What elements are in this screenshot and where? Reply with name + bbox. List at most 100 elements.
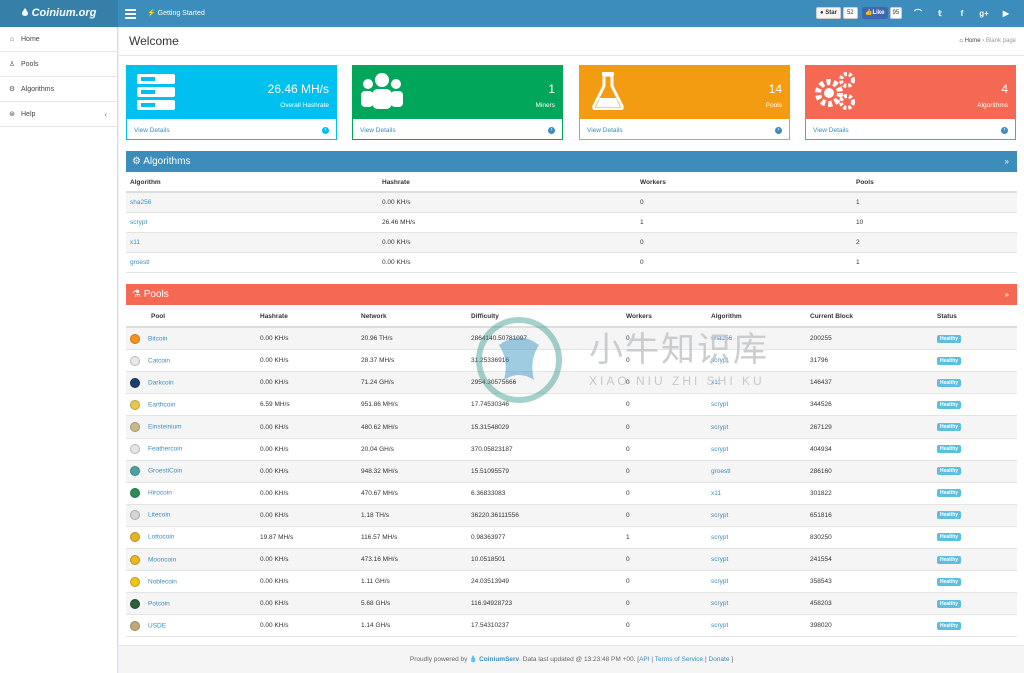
- algorithm-link[interactable]: scrypt: [707, 622, 806, 629]
- table-cell: 0.00 KH/s: [260, 335, 289, 343]
- facebook-icon[interactable]: f: [956, 0, 968, 27]
- collapse-icon[interactable]: »: [1005, 284, 1009, 305]
- brand-logo[interactable]: Coinium.org: [0, 0, 118, 27]
- pool-link[interactable]: Einsteinium: [148, 424, 182, 431]
- status-badge: Healthy: [937, 533, 962, 542]
- table-row: Feathercoin 0.00 KH/s 20.04 GH/s 370.058231…: [126, 439, 1017, 461]
- coiniumserv-link[interactable]: CoiniumServ: [479, 656, 519, 663]
- pool-link[interactable]: USDE: [148, 623, 166, 630]
- table-cell: 0: [640, 239, 644, 246]
- algorithm-link[interactable]: groestl: [126, 259, 378, 266]
- algorithm-link[interactable]: x11: [126, 239, 378, 246]
- sidebar-item-label: Help: [21, 110, 36, 118]
- algorithm-link[interactable]: x11: [707, 490, 806, 497]
- pool-link[interactable]: Catcoin: [148, 357, 170, 364]
- status-cell: Healthy: [933, 533, 1017, 542]
- google-plus-icon[interactable]: g+: [978, 0, 990, 27]
- table-cell: 0: [626, 445, 630, 453]
- table-row: groestl 0.00 KH/s 0 1: [126, 253, 1017, 273]
- terms-link[interactable]: Terms of Service: [655, 656, 703, 663]
- sidebar-item-pools[interactable]: ♙ Pools: [0, 52, 117, 77]
- table-cell: 0.00 KH/s: [382, 259, 411, 266]
- algorithm-link[interactable]: scrypt: [126, 219, 378, 226]
- user-icon: ♙: [8, 61, 16, 68]
- algorithm-link[interactable]: scrypt: [707, 512, 806, 519]
- pool-cell: Hirocoin: [126, 488, 256, 499]
- watermark-logo: [476, 317, 562, 403]
- youtube-icon[interactable]: ▶: [1000, 0, 1012, 27]
- algorithm-link[interactable]: scrypt: [707, 556, 806, 563]
- table-cell: 6.59 MH/s: [260, 401, 290, 409]
- sidebar-item-help[interactable]: ⊛ Help ‹: [0, 102, 117, 127]
- getting-started-link[interactable]: ⚡ Getting Started: [147, 0, 205, 27]
- hashrate-card: 26.46 MH/s Overall Hashrate View Details…: [126, 65, 337, 140]
- breadcrumb-home-link[interactable]: Home: [965, 38, 981, 44]
- table-cell: 0.00 KH/s: [260, 423, 289, 431]
- algorithm-link[interactable]: scrypt: [707, 446, 806, 453]
- algorithm-link[interactable]: groestl: [707, 468, 806, 475]
- pool-link[interactable]: GroestlCoin: [148, 468, 182, 475]
- table-cell: 0: [626, 556, 630, 564]
- table-cell: 0.00 KH/s: [260, 511, 289, 519]
- github-star-button[interactable]: ● Star 52: [816, 7, 858, 19]
- table-cell: 0.00 KH/s: [260, 622, 289, 630]
- pool-link[interactable]: Darkcoin: [148, 380, 174, 387]
- donate-link[interactable]: Donate: [709, 656, 730, 663]
- pool-link[interactable]: Litecoin: [148, 512, 170, 519]
- sidebar-item-algorithms[interactable]: ⚙ Algorithms: [0, 77, 117, 102]
- table-cell: 0.00 KH/s: [260, 467, 289, 475]
- pool-link[interactable]: Lottocoin: [148, 534, 174, 541]
- table-cell: 404934: [810, 445, 832, 453]
- pool-link[interactable]: Hirocoin: [148, 490, 172, 497]
- table-cell: 19.87 MH/s: [260, 533, 294, 541]
- table-cell: 1: [856, 259, 860, 266]
- table-cell: 0: [640, 199, 644, 206]
- pool-link[interactable]: Feathercoin: [148, 446, 182, 453]
- table-row: sha256 0.00 KH/s 0 1: [126, 193, 1017, 213]
- collapse-icon[interactable]: »: [1005, 151, 1009, 172]
- pool-cell: USDE: [126, 620, 256, 631]
- coin-icon: [130, 444, 140, 455]
- rss-icon[interactable]: ⌒: [912, 0, 924, 27]
- column-header: Hashrate: [260, 312, 288, 320]
- api-link[interactable]: API: [639, 656, 649, 663]
- pool-cell: Potcoin: [126, 598, 256, 609]
- status-cell: Healthy: [933, 511, 1017, 520]
- miners-card: 1 Miners View Details ›: [352, 65, 563, 140]
- pool-link[interactable]: Bitcoin: [148, 335, 168, 342]
- miners-view-details[interactable]: View Details ›: [353, 119, 562, 141]
- algorithm-link[interactable]: scrypt: [707, 578, 806, 585]
- algorithm-link[interactable]: sha256: [126, 199, 378, 206]
- pools-panel-header[interactable]: ⚗ Pools »: [126, 284, 1017, 305]
- table-cell: 71.24 GH/s: [361, 379, 394, 387]
- pool-link[interactable]: Mooncoin: [148, 556, 176, 563]
- table-cell: 0: [626, 489, 630, 497]
- pools-view-details[interactable]: View Details ›: [580, 119, 789, 141]
- arrow-circle-right-icon: ›: [775, 126, 782, 134]
- hashrate-view-details[interactable]: View Details ›: [127, 119, 336, 141]
- table-cell: 830250: [810, 533, 832, 541]
- table-cell: 24.03513949: [471, 578, 509, 586]
- status-cell: Healthy: [933, 400, 1017, 409]
- sidebar-toggle-button[interactable]: [125, 9, 136, 21]
- pool-link[interactable]: Noblecoin: [148, 578, 177, 585]
- algorithms-view-details[interactable]: View Details ›: [806, 119, 1015, 141]
- facebook-like-button[interactable]: 👍Like 95: [862, 7, 903, 19]
- column-header: Workers: [640, 178, 666, 186]
- coin-icon: [130, 333, 140, 344]
- table-cell: 20.96 TH/s: [361, 335, 393, 343]
- algorithm-link[interactable]: scrypt: [707, 534, 806, 541]
- status-cell: Healthy: [933, 378, 1017, 387]
- footer: Proudly powered by 💧 CoiniumServ. Data l…: [119, 645, 1024, 673]
- algorithms-panel-header[interactable]: ⚙ Algorithms »: [126, 151, 1017, 172]
- sidebar-item-home[interactable]: ⌂ Home: [0, 27, 117, 52]
- pool-link[interactable]: Earthcoin: [148, 402, 175, 409]
- algorithm-link[interactable]: scrypt: [707, 600, 806, 607]
- algorithm-link[interactable]: scrypt: [707, 424, 806, 431]
- pools-card: 14 Pools View Details ›: [579, 65, 790, 140]
- pool-link[interactable]: Potcoin: [148, 600, 170, 607]
- twitter-icon[interactable]: 𝕥: [934, 0, 946, 27]
- pool-cell: Einsteinium: [126, 422, 256, 433]
- algorithm-link[interactable]: scrypt: [707, 401, 806, 408]
- column-header: Hashrate: [382, 178, 410, 186]
